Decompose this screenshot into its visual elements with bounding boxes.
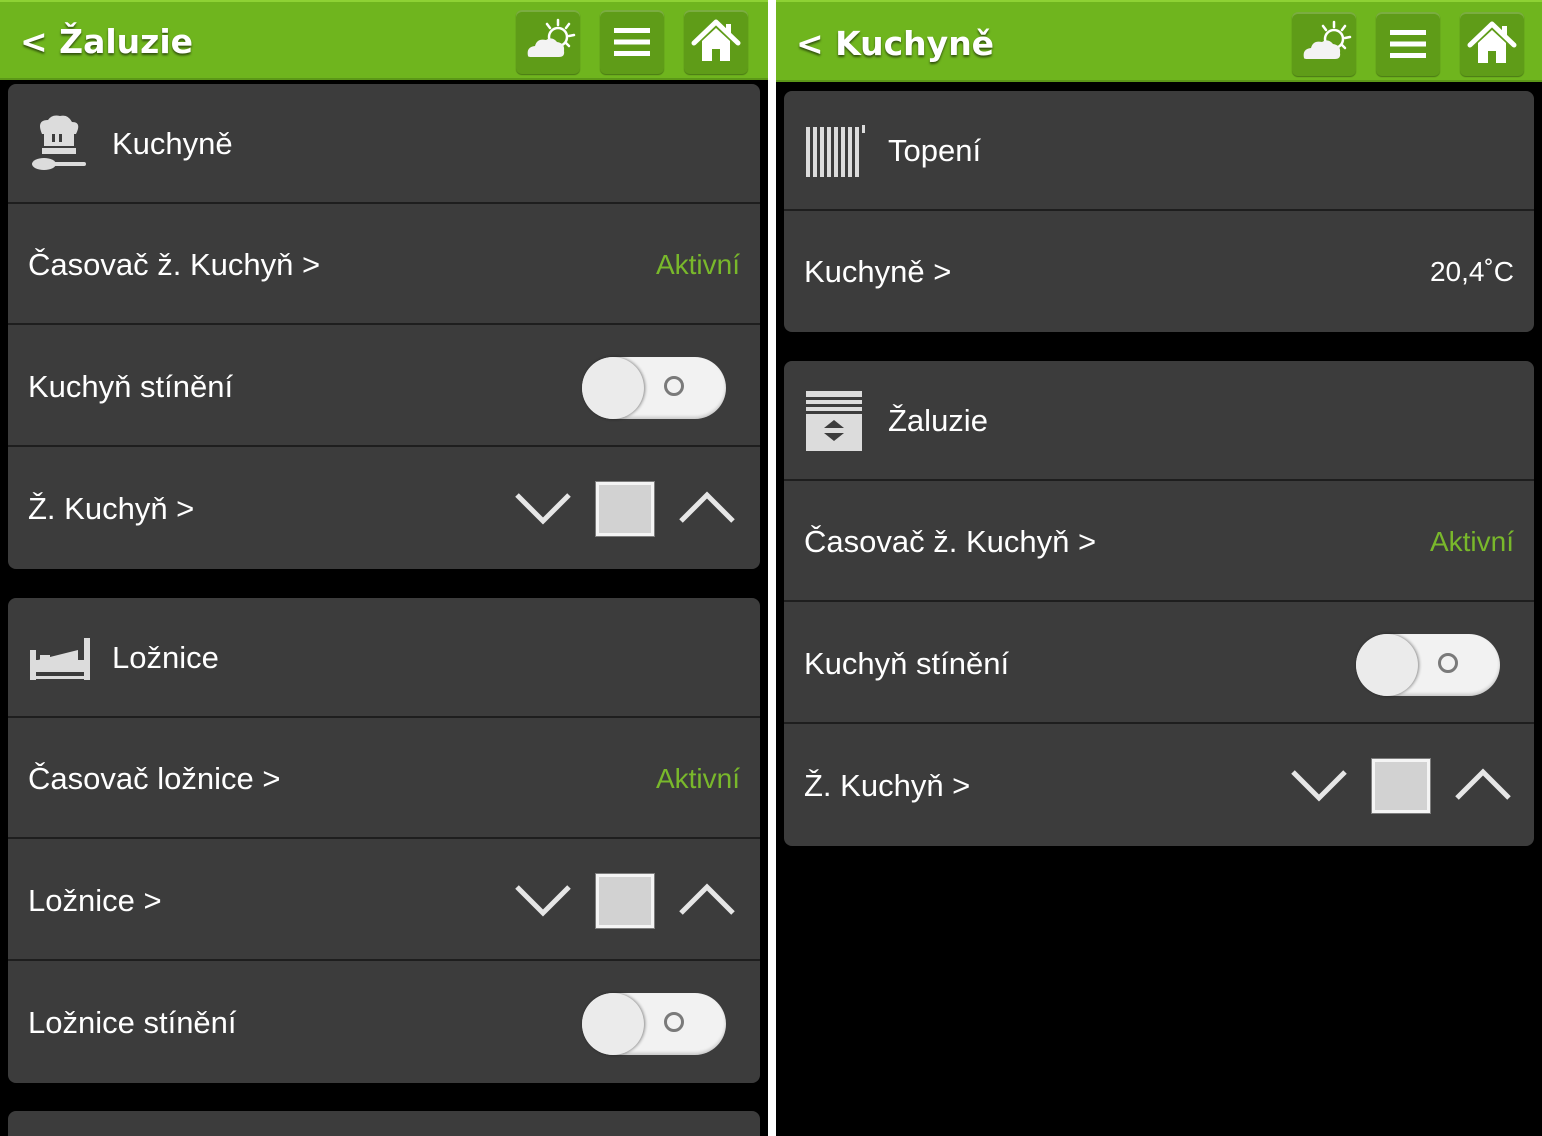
room-header: Kuchyně — [8, 84, 760, 204]
toggle-off-icon — [1438, 653, 1458, 673]
top-bar: < Žaluzie — [0, 0, 768, 80]
weather-button[interactable] — [1292, 12, 1356, 76]
chevron-down-icon — [515, 493, 571, 525]
shading-row: Kuchyň stínění — [784, 604, 1534, 724]
blind-row[interactable]: Ž. Kuchyň > — [784, 726, 1534, 846]
blind-stop-button[interactable] — [595, 873, 655, 929]
screen-divider — [768, 0, 776, 1136]
blind-down-button[interactable] — [514, 881, 572, 921]
shading-row: Kuchyň stínění — [8, 327, 760, 447]
shading-toggle[interactable] — [582, 993, 726, 1055]
blind-up-button[interactable] — [1454, 764, 1512, 804]
toggle-off-icon — [664, 1012, 684, 1032]
temperature-value: 20,4˚C — [1429, 256, 1514, 287]
radiator-icon — [802, 119, 868, 183]
category-title: Topení — [888, 133, 982, 168]
row-label: Ž. Kuchyň > — [804, 768, 971, 803]
blind-row[interactable]: Ložnice > — [8, 841, 760, 961]
row-label: Kuchyň stínění — [804, 646, 1010, 681]
category-card-heating: Topení Kuchyně > 20,4˚C — [784, 91, 1534, 332]
blind-stop-button[interactable] — [595, 481, 655, 537]
menu-button[interactable] — [600, 10, 664, 74]
weather-button[interactable] — [516, 10, 580, 74]
chevron-up-icon — [1455, 768, 1511, 800]
toggle-knob[interactable] — [582, 357, 644, 419]
menu-icon — [614, 28, 650, 56]
category-card-blinds: Žaluzie Časovač ž. Kuchyň > Aktivní Kuch… — [784, 361, 1534, 846]
toggle-knob[interactable] — [582, 993, 644, 1055]
weather-icon — [1303, 20, 1352, 59]
right-screen: < Kuchyně Topení Kuchyně > 20,4˚C Žaluzi… — [776, 0, 1542, 1136]
room-card-next — [8, 1111, 760, 1136]
timer-row[interactable]: Časovač ž. Kuchyň > Aktivní — [784, 482, 1534, 602]
row-label: Časovač ž. Kuchyň > — [28, 247, 321, 282]
blind-down-button[interactable] — [1290, 766, 1348, 806]
home-button[interactable] — [1460, 12, 1524, 76]
home-icon — [691, 19, 741, 61]
row-label: Časovač ž. Kuchyň > — [804, 524, 1097, 559]
timer-row[interactable]: Časovač ložnice > Aktivní — [8, 719, 760, 839]
menu-button[interactable] — [1376, 12, 1440, 76]
blinds-icon — [802, 389, 868, 453]
top-bar: < Kuchyně — [776, 0, 1542, 82]
home-button[interactable] — [684, 10, 748, 74]
menu-icon — [1390, 30, 1426, 58]
row-label: Ž. Kuchyň > — [28, 491, 195, 526]
timer-row[interactable]: Časovač ž. Kuchyň > Aktivní — [8, 205, 760, 325]
temperature-row[interactable]: Kuchyně > 20,4˚C — [784, 212, 1534, 332]
home-icon — [1467, 21, 1517, 63]
back-button[interactable]: < Žaluzie — [20, 22, 193, 61]
bed-icon — [26, 626, 92, 690]
chevron-up-icon — [679, 883, 735, 915]
chevron-down-icon — [1291, 770, 1347, 802]
toggle-knob[interactable] — [1356, 634, 1418, 696]
weather-icon — [527, 18, 576, 57]
status-value: Aktivní — [655, 763, 740, 794]
row-label: Časovač ložnice > — [28, 761, 281, 796]
category-header: Topení — [784, 91, 1534, 211]
shading-toggle[interactable] — [1356, 634, 1500, 696]
back-button[interactable]: < Kuchyně — [796, 24, 994, 63]
left-screen: < Žaluzie Kuchyně Časovač ž. Kuchyň > Ak… — [0, 0, 768, 1136]
room-title: Kuchyně — [112, 126, 233, 161]
blind-down-button[interactable] — [514, 489, 572, 529]
shading-row: Ložnice stínění — [8, 963, 760, 1083]
blind-row[interactable]: Ž. Kuchyň > — [8, 449, 760, 569]
toggle-off-icon — [664, 376, 684, 396]
row-label: Ložnice > — [28, 883, 162, 918]
chevron-down-icon — [515, 885, 571, 917]
blind-up-button[interactable] — [678, 487, 736, 527]
chef-hat-icon — [26, 112, 92, 176]
row-label: Ložnice stínění — [28, 1005, 237, 1040]
shading-toggle[interactable] — [582, 357, 726, 419]
status-value: Aktivní — [1429, 526, 1514, 557]
room-card-kitchen: Kuchyně Časovač ž. Kuchyň > Aktivní Kuch… — [8, 84, 760, 569]
category-header: Žaluzie — [784, 361, 1534, 481]
status-value: Aktivní — [655, 249, 740, 280]
row-label: Kuchyň stínění — [28, 369, 234, 404]
room-card-bedroom: Ložnice Časovač ložnice > Aktivní Ložnic… — [8, 598, 760, 1083]
row-label: Kuchyně > — [804, 254, 952, 289]
chevron-up-icon — [679, 491, 735, 523]
blind-stop-button[interactable] — [1371, 758, 1431, 814]
category-title: Žaluzie — [888, 403, 988, 438]
blind-up-button[interactable] — [678, 879, 736, 919]
room-title: Ložnice — [112, 640, 219, 675]
room-header: Ložnice — [8, 598, 760, 718]
